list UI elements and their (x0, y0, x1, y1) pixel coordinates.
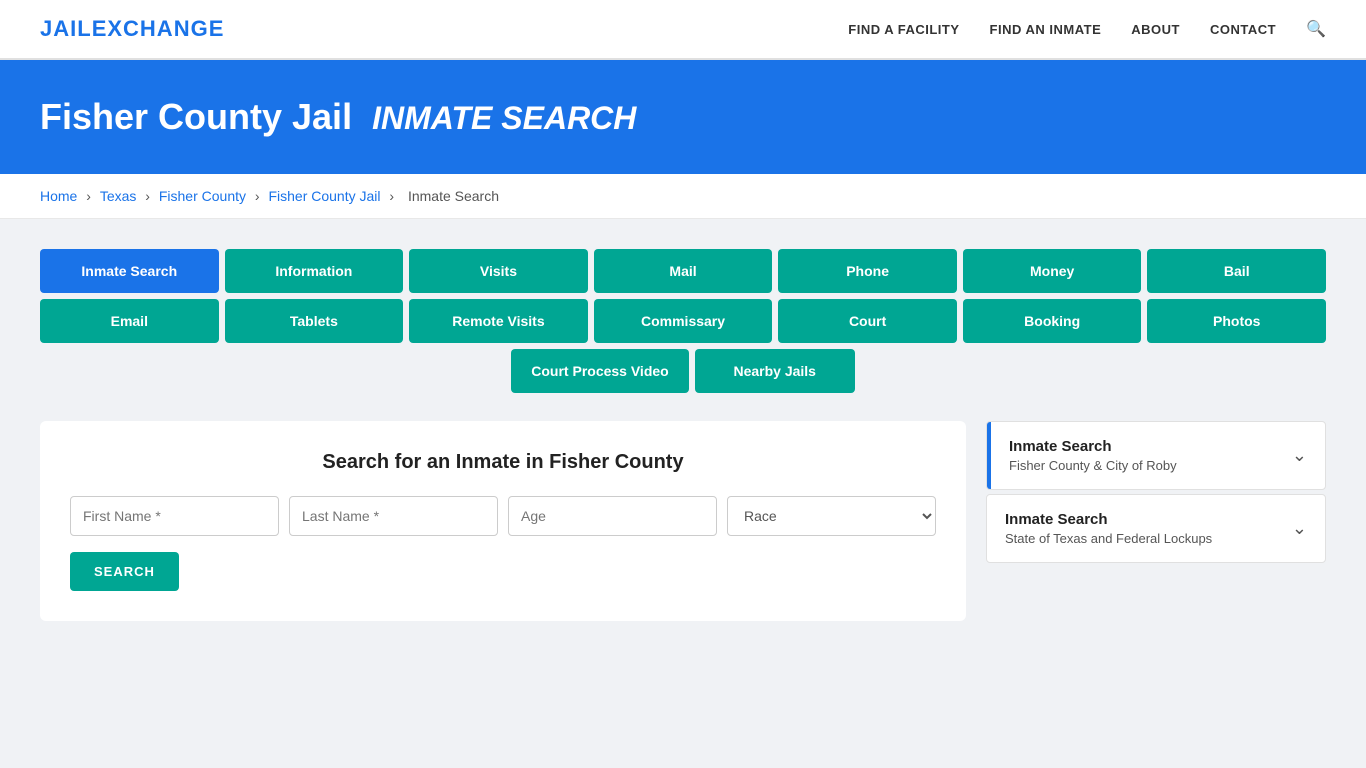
search-fields: Race White Black Hispanic Asian Other (70, 496, 936, 536)
search-panel-title: Search for an Inmate in Fisher County (70, 451, 936, 474)
tab-nearby-jails[interactable]: Nearby Jails (695, 349, 855, 393)
sidebar-card-2-subtitle: State of Texas and Federal Lockups (1005, 531, 1212, 546)
tab-information[interactable]: Information (225, 249, 404, 293)
hero-title-italic: INMATE SEARCH (372, 100, 636, 136)
tabs-row-3: Court Process Video Nearby Jails (40, 349, 1326, 393)
chevron-down-icon-1: ⌄ (1292, 445, 1307, 466)
breadcrumb-sep-1: › (86, 188, 95, 204)
hero-title-main: Fisher County Jail (40, 96, 352, 137)
tab-inmate-search[interactable]: Inmate Search (40, 249, 219, 293)
logo-jail: JAIL (40, 16, 92, 41)
tab-commissary[interactable]: Commissary (594, 299, 773, 343)
nav-contact[interactable]: CONTACT (1210, 22, 1276, 37)
first-name-input[interactable] (70, 496, 279, 536)
age-input[interactable] (508, 496, 717, 536)
breadcrumb-sep-4: › (389, 188, 398, 204)
chevron-down-icon-2: ⌄ (1292, 518, 1307, 539)
content-columns: Search for an Inmate in Fisher County Ra… (40, 421, 1326, 621)
breadcrumb-sep-2: › (145, 188, 154, 204)
site-logo[interactable]: JAILEXCHANGE (40, 16, 224, 42)
sidebar-card-1-title: Inmate Search (1009, 438, 1177, 455)
breadcrumb-fisher-county[interactable]: Fisher County (159, 188, 246, 204)
sidebar: Inmate Search Fisher County & City of Ro… (986, 421, 1326, 567)
nav-find-facility[interactable]: FIND A FACILITY (848, 22, 959, 37)
tab-money[interactable]: Money (963, 249, 1142, 293)
tab-bail[interactable]: Bail (1147, 249, 1326, 293)
race-select[interactable]: Race White Black Hispanic Asian Other (727, 496, 936, 536)
tab-mail[interactable]: Mail (594, 249, 773, 293)
tabs-section: Inmate Search Information Visits Mail Ph… (40, 249, 1326, 393)
sidebar-card-1-text: Inmate Search Fisher County & City of Ro… (1009, 438, 1177, 473)
tab-tablets[interactable]: Tablets (225, 299, 404, 343)
logo-exchange: EXCHANGE (92, 16, 225, 41)
nav-find-inmate[interactable]: FIND AN INMATE (990, 22, 1102, 37)
tabs-row-2: Email Tablets Remote Visits Commissary C… (40, 299, 1326, 343)
sidebar-card-1-header[interactable]: Inmate Search Fisher County & City of Ro… (987, 422, 1325, 489)
breadcrumb-home[interactable]: Home (40, 188, 77, 204)
main-content: Inmate Search Information Visits Mail Ph… (0, 219, 1366, 651)
tab-booking[interactable]: Booking (963, 299, 1142, 343)
nav-about[interactable]: ABOUT (1131, 22, 1180, 37)
last-name-input[interactable] (289, 496, 498, 536)
search-icon[interactable]: 🔍 (1306, 19, 1326, 39)
breadcrumb-fisher-county-jail[interactable]: Fisher County Jail (268, 188, 380, 204)
tab-remote-visits[interactable]: Remote Visits (409, 299, 588, 343)
tab-photos[interactable]: Photos (1147, 299, 1326, 343)
sidebar-card-2-title: Inmate Search (1005, 511, 1212, 528)
tab-visits[interactable]: Visits (409, 249, 588, 293)
search-panel: Search for an Inmate in Fisher County Ra… (40, 421, 966, 621)
sidebar-card-1: Inmate Search Fisher County & City of Ro… (986, 421, 1326, 490)
tabs-row-1: Inmate Search Information Visits Mail Ph… (40, 249, 1326, 293)
breadcrumb-current: Inmate Search (408, 188, 499, 204)
sidebar-card-2-header[interactable]: Inmate Search State of Texas and Federal… (987, 495, 1325, 562)
breadcrumb: Home › Texas › Fisher County › Fisher Co… (0, 174, 1366, 219)
hero-banner: Fisher County Jail INMATE SEARCH (0, 60, 1366, 174)
breadcrumb-texas[interactable]: Texas (100, 188, 137, 204)
page-title: Fisher County Jail INMATE SEARCH (40, 96, 1326, 138)
tab-phone[interactable]: Phone (778, 249, 957, 293)
search-button[interactable]: SEARCH (70, 552, 179, 591)
navbar: JAILEXCHANGE FIND A FACILITY FIND AN INM… (0, 0, 1366, 60)
breadcrumb-sep-3: › (255, 188, 264, 204)
sidebar-card-1-subtitle: Fisher County & City of Roby (1009, 458, 1177, 473)
sidebar-card-2: Inmate Search State of Texas and Federal… (986, 494, 1326, 563)
tab-court[interactable]: Court (778, 299, 957, 343)
sidebar-card-2-text: Inmate Search State of Texas and Federal… (1005, 511, 1212, 546)
tab-email[interactable]: Email (40, 299, 219, 343)
nav-links: FIND A FACILITY FIND AN INMATE ABOUT CON… (848, 19, 1326, 39)
tab-court-process-video[interactable]: Court Process Video (511, 349, 688, 393)
